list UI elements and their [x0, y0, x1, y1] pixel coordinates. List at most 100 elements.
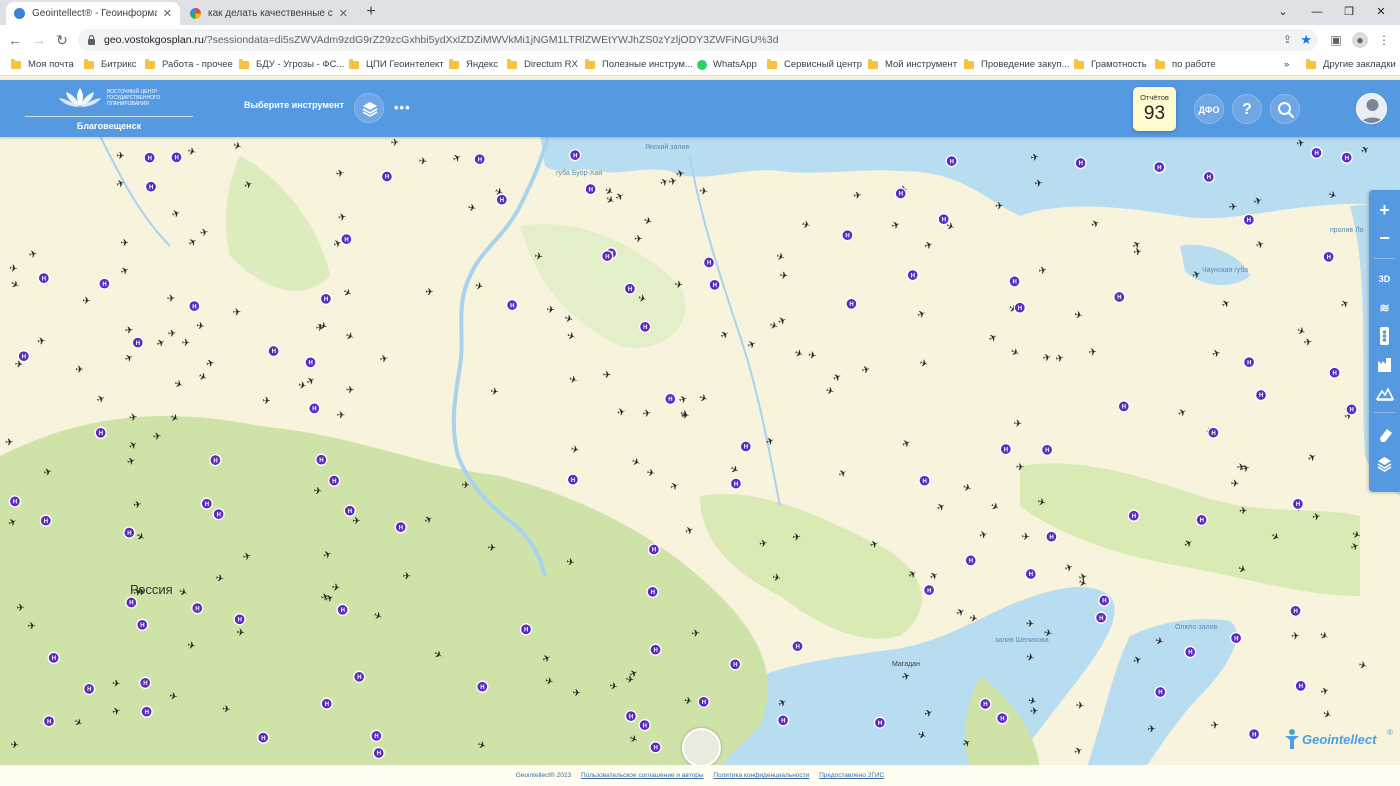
airport-marker-icon[interactable]: ✈	[315, 322, 325, 334]
airport-marker-icon[interactable]: ✈	[27, 621, 36, 633]
terms-link[interactable]: Пользовательское соглашение и авторы	[581, 772, 704, 779]
tool-select-dropdown[interactable]: Выберите инструмент ▼	[244, 100, 363, 110]
bookmark-item[interactable]: БДУ - Угрозы - ФС...	[239, 58, 344, 70]
eraser-icon[interactable]	[1369, 422, 1400, 446]
airport-marker-icon[interactable]: ✈	[691, 628, 700, 640]
zoom-out-button[interactable]: −	[1369, 226, 1400, 250]
bookmark-item[interactable]: Мой инструмент	[868, 58, 957, 70]
new-tab-icon[interactable]: +	[362, 3, 380, 21]
airport-marker-icon[interactable]: ✈	[346, 385, 355, 396]
reload-icon[interactable]: ↻	[53, 31, 71, 49]
airport-marker-icon[interactable]: ✈	[699, 186, 708, 198]
airport-marker-icon[interactable]: ✈	[313, 486, 323, 498]
airport-marker-icon[interactable]: ✈	[233, 307, 242, 318]
airport-marker-icon[interactable]: ✈	[1076, 701, 1085, 712]
airport-marker-icon[interactable]: ✈	[1055, 353, 1065, 365]
airport-marker-icon[interactable]: ✈	[807, 350, 817, 362]
restore-icon[interactable]: ❐	[1338, 3, 1360, 21]
airport-marker-icon[interactable]: ✈	[335, 168, 345, 180]
airport-marker-icon[interactable]: ✈	[489, 386, 499, 398]
bookmark-star-icon[interactable]: ★	[1300, 32, 1312, 48]
bookmark-item[interactable]: Проведение закуп...	[964, 58, 1069, 70]
airport-marker-icon[interactable]: ✈	[121, 238, 130, 249]
bookmark-item[interactable]: Directum RX	[507, 58, 578, 70]
dfo-button[interactable]: ДФО	[1194, 94, 1224, 124]
airport-marker-icon[interactable]: ✈	[1021, 532, 1030, 543]
airport-marker-icon[interactable]: ✈	[10, 740, 20, 752]
airport-marker-icon[interactable]: ✈	[129, 412, 139, 424]
airport-marker-icon[interactable]: ✈	[634, 234, 643, 245]
bookmark-item[interactable]: ЦПИ Геоинтелект	[349, 58, 444, 70]
airport-marker-icon[interactable]: ✈	[391, 138, 400, 149]
airport-marker-icon[interactable]: ✈	[1228, 202, 1237, 214]
airport-marker-icon[interactable]: ✈	[182, 338, 190, 349]
tab-geointellect[interactable]: Geointellect® - Геоинформаци ✕	[6, 2, 180, 25]
profile-icon[interactable]: ●	[1352, 32, 1368, 48]
back-icon[interactable]: ←	[6, 31, 24, 49]
minimize-icon[interactable]: —	[1306, 3, 1328, 21]
zoom-in-button[interactable]: +	[1369, 198, 1400, 222]
bookmark-item[interactable]: Моя почта	[11, 58, 74, 70]
airport-marker-icon[interactable]: ✈	[418, 156, 427, 168]
airport-marker-icon[interactable]: ✈	[759, 538, 769, 550]
bookmark-item[interactable]: Яндекс	[449, 58, 498, 70]
mode-3d-button[interactable]: 3D	[1369, 267, 1400, 291]
tab-search-chevron-icon[interactable]: ⌄	[1272, 3, 1294, 21]
airport-marker-icon[interactable]: ✈	[1147, 724, 1156, 736]
reports-counter[interactable]: Отчётов 93	[1133, 87, 1176, 131]
close-window-icon[interactable]: ✕	[1370, 3, 1392, 21]
airport-marker-icon[interactable]: ✈	[168, 328, 177, 340]
airport-marker-icon[interactable]: ✈	[331, 582, 341, 594]
airport-marker-icon[interactable]: ✈	[1231, 479, 1240, 490]
user-avatar[interactable]	[1356, 93, 1387, 124]
wind-icon[interactable]: ≋	[1369, 296, 1400, 320]
airport-marker-icon[interactable]: ✈	[1026, 619, 1034, 630]
airport-marker-icon[interactable]: ✈	[1013, 419, 1022, 430]
airport-marker-icon[interactable]: ✈	[674, 279, 684, 291]
airport-marker-icon[interactable]: ✈	[167, 294, 176, 305]
airport-marker-icon[interactable]: ✈	[546, 305, 555, 317]
airport-marker-icon[interactable]: ✈	[642, 408, 652, 420]
airport-marker-icon[interactable]: ✈	[236, 628, 245, 640]
airport-marker-icon[interactable]: ✈	[1210, 720, 1220, 732]
traffic-light-icon[interactable]	[1369, 324, 1400, 348]
more-bookmarks-icon[interactable]: »	[1284, 59, 1289, 70]
factory-icon[interactable]	[1369, 352, 1400, 376]
airport-marker-icon[interactable]: ✈	[779, 271, 788, 283]
layers-button[interactable]	[354, 93, 384, 123]
airport-marker-icon[interactable]: ✈	[461, 480, 470, 492]
airport-marker-icon[interactable]: ✈	[603, 370, 612, 381]
bookmark-item[interactable]: Сервисный центр	[767, 58, 862, 70]
search-button[interactable]	[1270, 94, 1300, 124]
bookmark-item[interactable]: Работа - прочее	[145, 58, 233, 70]
airport-marker-icon[interactable]: ✈	[262, 396, 271, 407]
menu-kebab-icon[interactable]: ⋮	[1376, 32, 1392, 48]
other-bookmarks[interactable]: Другие закладки	[1306, 58, 1396, 70]
close-tab-icon[interactable]: ✕	[339, 7, 348, 20]
side-panel-icon[interactable]: ▣	[1328, 32, 1344, 48]
bookmark-item[interactable]: по работе	[1155, 58, 1216, 70]
airport-marker-icon[interactable]: ✈	[1030, 152, 1040, 164]
airport-marker-icon[interactable]: ✈	[37, 336, 47, 348]
airport-marker-icon[interactable]: ✈	[1291, 631, 1300, 643]
airport-marker-icon[interactable]: ✈	[995, 201, 1004, 212]
airport-marker-icon[interactable]: ✈	[853, 190, 862, 202]
airport-marker-icon[interactable]: ✈	[1239, 506, 1248, 518]
airport-marker-icon[interactable]: ✈	[425, 287, 434, 298]
airport-marker-icon[interactable]: ✈	[16, 603, 25, 614]
bookmark-item[interactable]: WhatsApp	[697, 59, 757, 70]
forward-icon[interactable]: →	[30, 31, 48, 49]
tab-search[interactable]: как делать качественные сним ✕	[182, 2, 356, 25]
layers-stack-icon[interactable]	[1369, 452, 1400, 476]
airport-marker-icon[interactable]: ✈	[116, 151, 125, 162]
airport-marker-icon[interactable]: ✈	[572, 688, 581, 700]
airport-marker-icon[interactable]: ✈	[792, 532, 801, 544]
airport-marker-icon[interactable]: ✈	[352, 516, 361, 528]
airport-marker-icon[interactable]: ✈	[112, 679, 121, 691]
minimap-thumbnail[interactable]	[682, 728, 721, 767]
provider-link[interactable]: Предоставлено 2ГИС	[819, 772, 884, 779]
airport-marker-icon[interactable]: ✈	[534, 251, 544, 263]
airport-marker-icon[interactable]: ✈	[5, 437, 14, 448]
url-field[interactable]: geo.vostokgosplan.ru/?sessiondata=di5sZW…	[78, 29, 1318, 51]
privacy-link[interactable]: Политика конфиденциальности	[713, 772, 809, 779]
